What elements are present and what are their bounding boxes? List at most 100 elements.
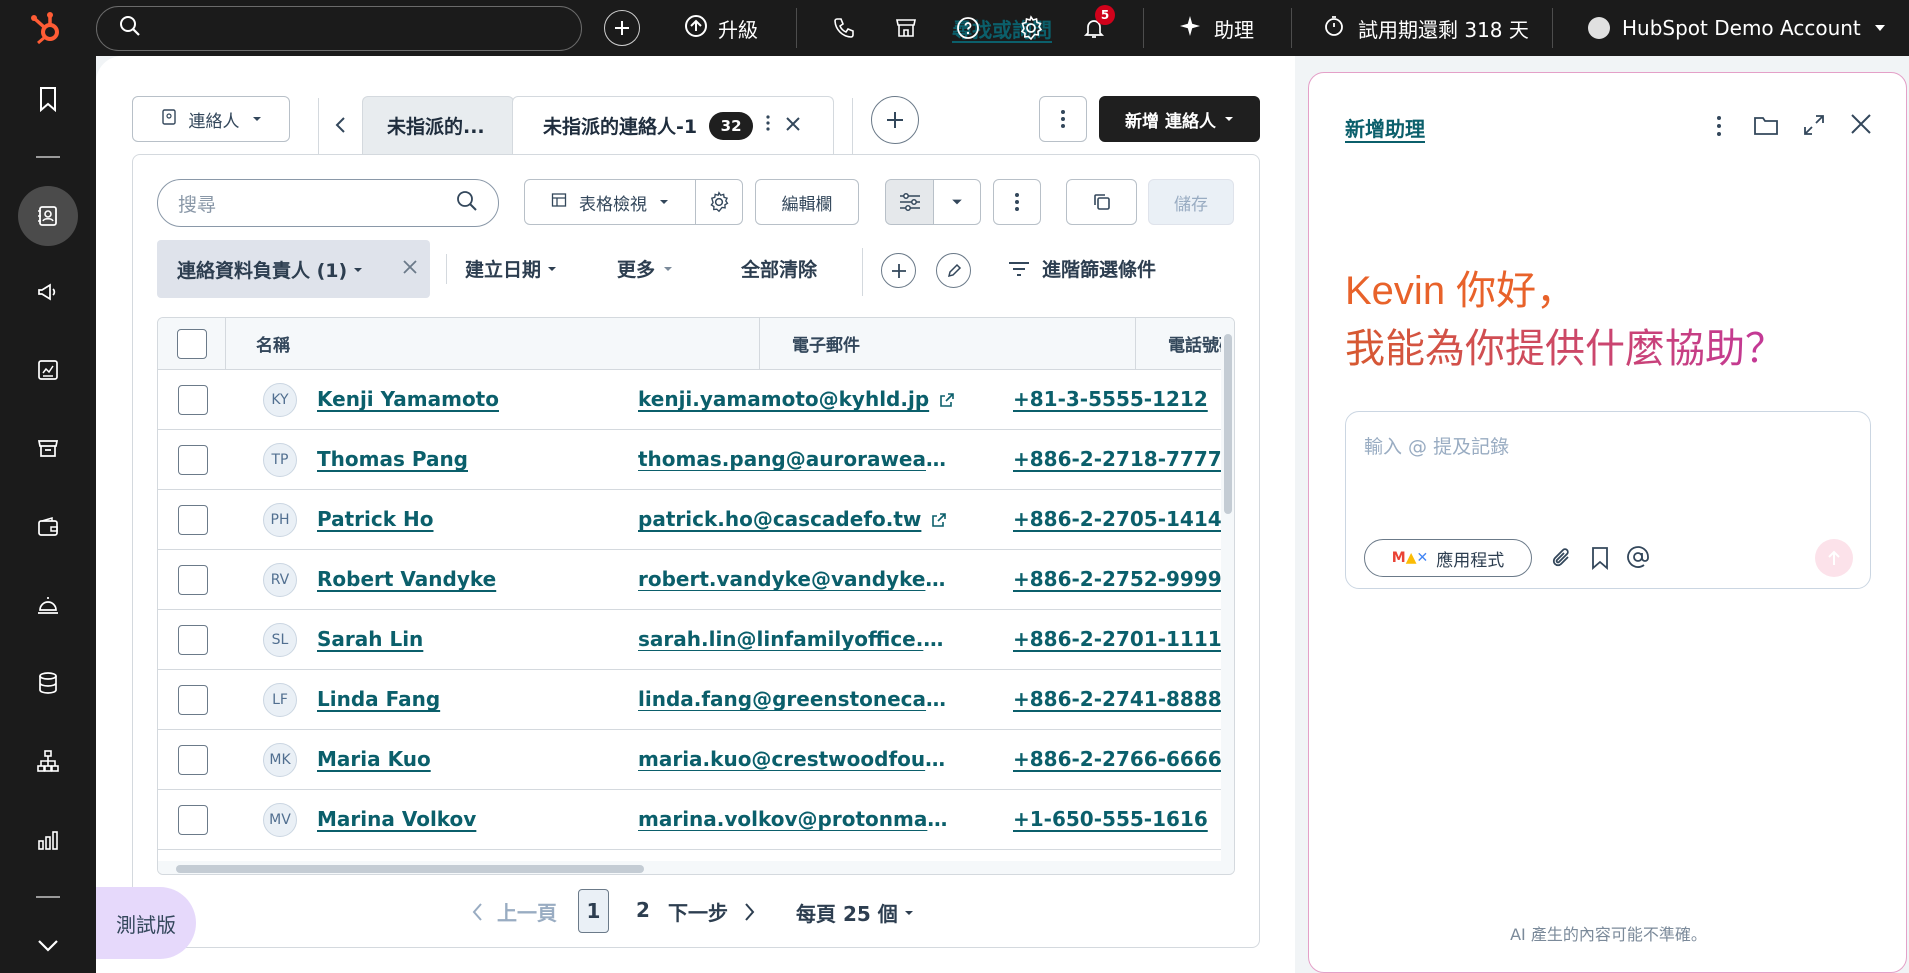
external-link-icon[interactable] [939, 389, 955, 413]
column-header-email[interactable]: 電子郵件 [760, 318, 1136, 370]
edit-columns-button[interactable]: 編輯欄 [755, 179, 859, 225]
row-checkbox[interactable] [178, 685, 208, 715]
table-row[interactable]: LF Linda Fang linda.fang@greenstonecap.t..… [158, 670, 1222, 730]
chevron-down-icon[interactable] [28, 926, 68, 966]
edit-filters-pencil-icon[interactable] [936, 253, 971, 288]
row-checkbox[interactable] [178, 505, 208, 535]
table-row[interactable]: SL Sarah Lin sarah.lin@linfamilyoffice.tw.… [158, 610, 1222, 670]
marketplace-icon[interactable] [894, 0, 918, 56]
add-view-button[interactable] [871, 96, 919, 144]
global-search-input[interactable]: 尋找或詢問 [96, 6, 1052, 51]
tab-scroll-left-icon[interactable] [326, 110, 354, 140]
wallet-icon[interactable] [28, 507, 68, 547]
new-assistant-link[interactable]: 新增助理 [1345, 113, 1425, 142]
create-plus-button[interactable] [604, 10, 640, 46]
assistant-composer[interactable]: 輸入 @ 提及記錄 M▲✕ 應用程式 [1345, 411, 1871, 589]
filter-options-dropdown[interactable] [933, 179, 981, 225]
contact-name-link[interactable]: Maria Kuo [317, 747, 431, 771]
reports-icon[interactable] [28, 350, 68, 390]
table-row[interactable]: RV Robert Vandyke robert.vandyke@vandykeh.… [158, 550, 1222, 610]
contact-name-link[interactable]: Robert Vandyke [317, 567, 496, 591]
contact-name-link[interactable]: Thomas Pang [317, 447, 468, 471]
bar-chart-icon[interactable] [28, 820, 68, 860]
phone-icon[interactable] [832, 0, 856, 56]
page-1-button[interactable]: 1 [578, 889, 609, 933]
contact-email-link[interactable]: maria.kuo@crestwoodfoun... [638, 747, 948, 771]
contact-phone-link[interactable]: +886-2-2752-9999 [1013, 567, 1222, 591]
select-all-checkbox[interactable] [176, 328, 207, 359]
view-options-menu-button[interactable] [1039, 96, 1087, 142]
contact-phone-link[interactable]: +886-2-2701-1111 [1013, 627, 1222, 651]
bookmark-icon[interactable] [28, 79, 68, 119]
table-row[interactable]: KY Kenji Yamamoto kenji.yamamoto@kyhld.jp +… [158, 370, 1221, 430]
contact-name-link[interactable]: Sarah Lin [317, 627, 423, 651]
owner-filter-chip[interactable]: 連絡資料負責人 (1) [157, 240, 430, 298]
table-row[interactable]: MK Maria Kuo maria.kuo@crestwoodfoun... +88… [158, 730, 1222, 790]
duplicate-view-button[interactable] [1066, 179, 1137, 225]
contact-email-link[interactable]: thomas.pang@aurorawealth... [638, 447, 948, 471]
contact-phone-link[interactable]: +1-650-555-1616 [1013, 807, 1208, 831]
database-icon[interactable] [28, 663, 68, 703]
contact-email-link[interactable]: marina.volkov@protonmail.... [638, 807, 948, 831]
close-tab-icon[interactable] [785, 115, 801, 137]
hubspot-logo-icon[interactable] [28, 0, 68, 56]
table-search-input[interactable]: 搜尋 [157, 179, 499, 227]
attachment-icon[interactable] [1551, 547, 1573, 574]
contact-email-link[interactable]: linda.fang@greenstonecap.t... [638, 687, 948, 711]
more-filters-dropdown[interactable]: 更多 [617, 255, 673, 282]
help-icon[interactable] [956, 0, 980, 56]
contact-phone-link[interactable]: +886-2-2766-6666 [1013, 747, 1222, 771]
row-checkbox[interactable] [178, 445, 208, 475]
contact-phone-link[interactable]: +886-2-2718-7777 [1013, 447, 1222, 471]
upgrade-button[interactable]: 升級 [684, 0, 758, 56]
table-row[interactable]: MV Marina Volkov marina.volkov@protonmail.… [158, 790, 1221, 850]
account-menu[interactable]: HubSpot Demo Account [1588, 0, 1887, 56]
expand-icon[interactable] [1802, 113, 1826, 142]
row-checkbox[interactable] [178, 805, 208, 835]
megaphone-icon[interactable] [28, 272, 68, 312]
per-page-dropdown[interactable]: 每頁 25 個 [796, 898, 914, 927]
external-link-icon[interactable] [931, 509, 947, 533]
more-actions-button[interactable] [993, 179, 1041, 225]
tab-unassigned-contacts[interactable]: 未指派的... [362, 96, 514, 154]
apps-button[interactable]: M▲✕ 應用程式 [1364, 539, 1532, 577]
view-settings-gear-button[interactable] [695, 179, 743, 225]
assistant-button[interactable]: 助理 [1178, 0, 1254, 56]
vertical-dots-icon[interactable] [765, 114, 771, 137]
object-selector-dropdown[interactable]: 連絡人 [132, 96, 290, 142]
folder-icon[interactable] [1753, 113, 1779, 142]
contact-email-link[interactable]: kenji.yamamoto@kyhld.jp [638, 387, 955, 413]
tab-unassigned-contacts-1[interactable]: 未指派的連絡人-1 32 [512, 96, 834, 154]
store-icon[interactable] [28, 428, 68, 468]
assistant-input[interactable]: 輸入 @ 提及記錄 [1364, 432, 1509, 459]
save-view-button[interactable]: 儲存 [1148, 179, 1234, 225]
contacts-icon[interactable] [18, 186, 78, 246]
table-view-dropdown[interactable]: 表格檢視 [524, 179, 696, 225]
mention-at-icon[interactable] [1626, 545, 1650, 574]
filter-toggle-button[interactable] [885, 179, 934, 225]
next-page-button[interactable]: 下一步 [668, 897, 756, 926]
service-bell-icon[interactable] [28, 585, 68, 625]
row-checkbox[interactable] [178, 625, 208, 655]
vertical-scrollbar[interactable] [1221, 318, 1234, 874]
previous-page-button[interactable]: 上一頁 [471, 897, 557, 926]
trial-status[interactable]: 試用期還剩 318 天 [1322, 0, 1529, 56]
contact-phone-link[interactable]: +886-2-2705-1414 [1013, 507, 1222, 531]
settings-gear-icon[interactable] [1018, 0, 1044, 56]
contact-name-link[interactable]: Patrick Ho [317, 507, 434, 531]
add-filter-button[interactable] [881, 253, 916, 288]
table-row[interactable]: PH Patrick Ho patrick.ho@cascadefo.tw +886-… [158, 490, 1222, 550]
row-checkbox[interactable] [178, 565, 208, 595]
page-2-button[interactable]: 2 [636, 898, 650, 922]
org-chart-icon[interactable] [28, 741, 68, 781]
contact-phone-link[interactable]: +81-3-5555-1212 [1013, 387, 1208, 411]
vertical-scrollbar-thumb[interactable] [1224, 334, 1232, 514]
horizontal-scrollbar-thumb[interactable] [176, 865, 644, 873]
send-button[interactable] [1815, 539, 1853, 577]
column-header-name[interactable]: 名稱 [226, 318, 760, 370]
contact-name-link[interactable]: Kenji Yamamoto [317, 387, 499, 411]
table-row[interactable]: TP Thomas Pang thomas.pang@aurorawealth...… [158, 430, 1222, 490]
bookmark-icon[interactable] [1590, 546, 1610, 575]
contact-email-link[interactable]: patrick.ho@cascadefo.tw [638, 507, 947, 533]
contact-phone-link[interactable]: +886-2-2741-8888 [1013, 687, 1222, 711]
